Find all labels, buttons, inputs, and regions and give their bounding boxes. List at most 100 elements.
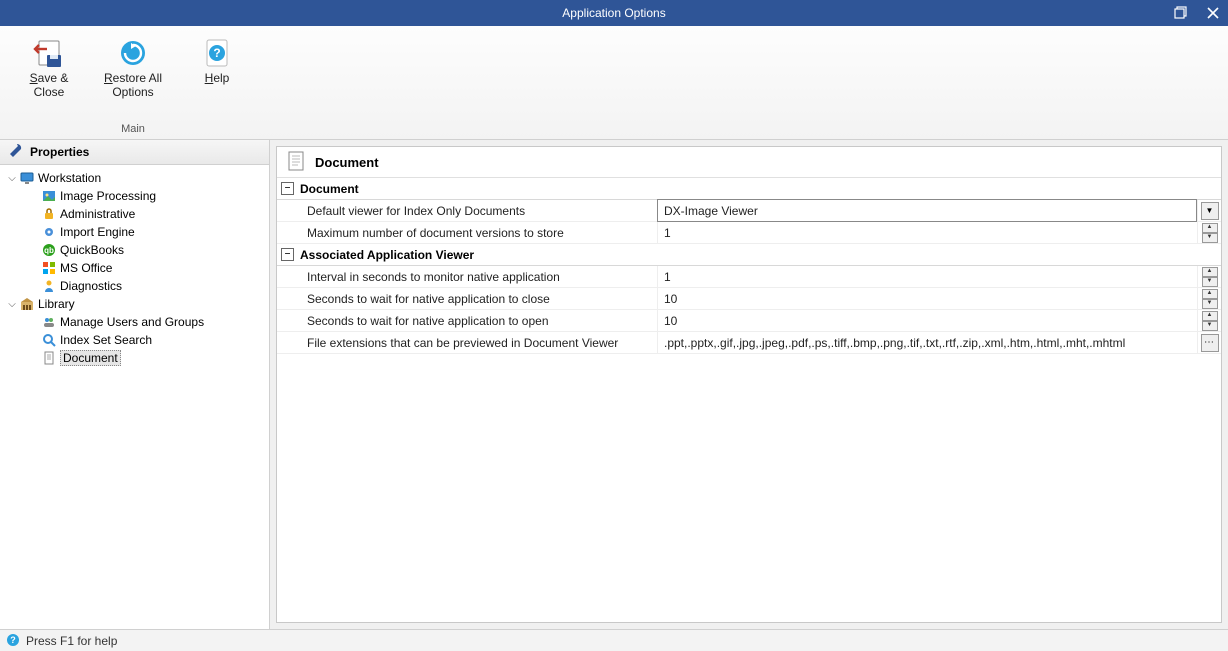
tree-label: Diagnostics: [60, 279, 122, 293]
monitor-icon: [20, 171, 34, 185]
property-row-max-versions[interactable]: Maximum number of document versions to s…: [277, 222, 1221, 244]
content-title: Document: [315, 155, 379, 170]
property-name: Maximum number of document versions to s…: [277, 226, 657, 240]
tree-node-diagnostics[interactable]: Diagnostics: [0, 277, 269, 295]
browse-dots-icon[interactable]: ⋯: [1201, 334, 1219, 352]
property-row-wait-open[interactable]: Seconds to wait for native application t…: [277, 310, 1221, 332]
property-name: Interval in seconds to monitor native ap…: [277, 270, 657, 284]
status-text: Press F1 for help: [26, 634, 117, 648]
wrench-icon: [6, 142, 24, 163]
tree-label: Image Processing: [60, 189, 156, 203]
tree-node-ms-office[interactable]: MS Office: [0, 259, 269, 277]
collapse-section-icon[interactable]: –: [281, 182, 294, 195]
collapse-section-icon[interactable]: –: [281, 248, 294, 261]
tree-label: QuickBooks: [60, 243, 124, 257]
tree-node-library[interactable]: ⌵ Library: [0, 295, 269, 313]
document-settings-card: Document – Document Default viewer for I…: [276, 146, 1222, 623]
property-row-default-viewer[interactable]: Default viewer for Index Only Documents …: [277, 200, 1221, 222]
help-button[interactable]: ? Help: [178, 32, 256, 90]
ms-office-icon: [42, 261, 56, 275]
lock-icon: [42, 207, 56, 221]
restore-icon: [117, 37, 149, 69]
save-and-close-label: Save &Close: [30, 71, 69, 99]
property-row-monitor-interval[interactable]: Interval in seconds to monitor native ap…: [277, 266, 1221, 288]
help-hint-icon: ?: [6, 633, 20, 650]
tree-node-import-engine[interactable]: Import Engine: [0, 223, 269, 241]
window-title: Application Options: [562, 6, 665, 20]
tree-node-administrative[interactable]: Administrative: [0, 205, 269, 223]
tree-label: Manage Users and Groups: [60, 315, 204, 329]
properties-panel-title: Properties: [30, 145, 89, 159]
library-icon: [20, 297, 34, 311]
tree-label: MS Office: [60, 261, 112, 275]
restore-all-options-button[interactable]: Restore AllOptions: [94, 32, 172, 104]
content-header: Document: [277, 147, 1221, 178]
save-and-close-button[interactable]: Save &Close: [10, 32, 88, 104]
dropdown-icon[interactable]: ▼: [1201, 202, 1219, 220]
restore-all-options-label: Restore AllOptions: [104, 71, 162, 99]
property-name: Seconds to wait for native application t…: [277, 314, 657, 328]
tree-node-workstation[interactable]: ⌵ Workstation: [0, 169, 269, 187]
tree-label: Library: [38, 297, 75, 311]
property-value-dropdown[interactable]: DX-Image Viewer: [657, 199, 1197, 222]
content-area: Document – Document Default viewer for I…: [270, 140, 1228, 629]
ribbon-group-label: Main: [121, 123, 145, 139]
svg-text:?: ?: [10, 635, 16, 645]
collapse-icon[interactable]: ⌵: [6, 173, 18, 184]
person-icon: [42, 279, 56, 293]
spinner-control[interactable]: ▲▼: [1202, 311, 1218, 331]
gear-icon: [42, 225, 56, 239]
svg-text:?: ?: [213, 46, 220, 60]
window-controls: [1172, 0, 1222, 26]
main-area: Properties ⌵ Workstation Image Processin…: [0, 140, 1228, 629]
picture-icon: [42, 189, 56, 203]
property-name: Default viewer for Index Only Documents: [277, 204, 657, 218]
property-section-associated-viewer[interactable]: – Associated Application Viewer: [277, 244, 1221, 266]
property-name: Seconds to wait for native application t…: [277, 292, 657, 306]
section-label: Associated Application Viewer: [300, 248, 474, 262]
tree-node-document[interactable]: Document: [0, 349, 269, 367]
help-label: Help: [205, 71, 230, 85]
ribbon-group-main: Save &Close Restore AllOptions: [6, 30, 260, 139]
tree-node-image-processing[interactable]: Image Processing: [0, 187, 269, 205]
tree-label: Administrative: [60, 207, 135, 221]
quickbooks-icon: qb: [42, 243, 56, 257]
ribbon: Save &Close Restore AllOptions: [0, 26, 1228, 140]
property-grid: – Document Default viewer for Index Only…: [277, 178, 1221, 622]
document-icon: [285, 150, 307, 175]
spinner-control[interactable]: ▲▼: [1202, 267, 1218, 287]
close-window-icon[interactable]: [1204, 4, 1222, 22]
property-value-number[interactable]: 1: [657, 266, 1197, 287]
spinner-control[interactable]: ▲▼: [1202, 289, 1218, 309]
properties-tree[interactable]: ⌵ Workstation Image Processing Administr…: [0, 165, 269, 371]
restore-window-icon[interactable]: [1172, 4, 1190, 22]
properties-panel: Properties ⌵ Workstation Image Processin…: [0, 140, 270, 629]
users-icon: [42, 315, 56, 329]
property-value-number[interactable]: 10: [657, 310, 1197, 331]
status-bar: ? Press F1 for help: [0, 629, 1228, 651]
property-row-wait-close[interactable]: Seconds to wait for native application t…: [277, 288, 1221, 310]
tree-node-index-set-search[interactable]: Index Set Search: [0, 331, 269, 349]
property-value-number[interactable]: 1: [657, 222, 1197, 243]
tree-node-quickbooks[interactable]: qb QuickBooks: [0, 241, 269, 259]
tree-label: Index Set Search: [60, 333, 152, 347]
tree-label: Import Engine: [60, 225, 135, 239]
tree-label: Workstation: [38, 171, 101, 185]
save-close-icon: [33, 37, 65, 69]
collapse-icon[interactable]: ⌵: [6, 299, 18, 310]
property-value-text[interactable]: .ppt,.pptx,.gif,.jpg,.jpeg,.pdf,.ps,.tif…: [657, 332, 1197, 353]
property-name: File extensions that can be previewed in…: [277, 336, 657, 350]
property-row-file-extensions[interactable]: File extensions that can be previewed in…: [277, 332, 1221, 354]
document-icon: [42, 351, 56, 365]
section-label: Document: [300, 182, 359, 196]
title-bar: Application Options: [0, 0, 1228, 26]
property-value-number[interactable]: 10: [657, 288, 1197, 309]
tree-label: Document: [60, 350, 121, 366]
help-icon: ?: [201, 37, 233, 69]
search-icon: [42, 333, 56, 347]
tree-node-manage-users[interactable]: Manage Users and Groups: [0, 313, 269, 331]
properties-panel-header: Properties: [0, 140, 269, 165]
svg-text:qb: qb: [44, 246, 54, 255]
property-section-document[interactable]: – Document: [277, 178, 1221, 200]
spinner-control[interactable]: ▲▼: [1202, 223, 1218, 243]
